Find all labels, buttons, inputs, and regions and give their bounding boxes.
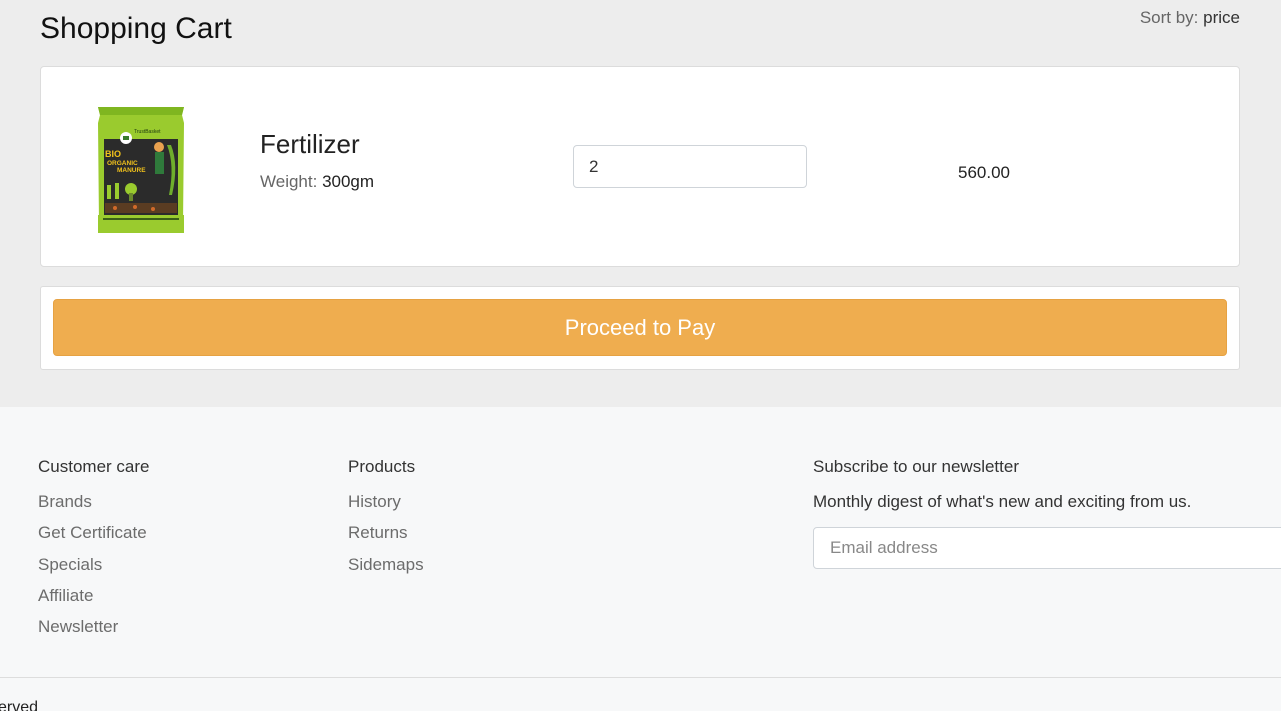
package-line1-text: BIO (105, 149, 121, 159)
footer-link-newsletter[interactable]: Newsletter (38, 617, 118, 637)
quantity-input[interactable] (573, 145, 807, 188)
footer-link-returns[interactable]: Returns (348, 523, 408, 543)
proceed-to-pay-button[interactable]: Proceed to Pay (53, 299, 1227, 356)
cart-section: Shopping Cart Sort by: price TrustBasket… (0, 0, 1281, 407)
footer-link-sidemaps[interactable]: Sidemaps (348, 555, 424, 575)
product-weight: Weight: 300gm (260, 172, 374, 192)
page-title: Shopping Cart (40, 12, 232, 45)
products-heading: Products (348, 457, 416, 476)
footer-link-get-certificate[interactable]: Get Certificate (38, 523, 147, 543)
sort-value[interactable]: price (1203, 8, 1240, 27)
checkout-card: Proceed to Pay (40, 286, 1240, 370)
customer-care-heading: Customer care (38, 457, 150, 476)
fertilizer-bag-image: TrustBasket BIO ORGANIC MANURE (98, 107, 184, 233)
footer-link-brands[interactable]: Brands (38, 492, 92, 512)
sort-control[interactable]: Sort by: price (1140, 8, 1240, 28)
newsletter-description: Monthly digest of what's new and excitin… (813, 492, 1192, 511)
footer-link-history[interactable]: History (348, 492, 401, 512)
weight-value: 300gm (322, 172, 375, 191)
newsletter-heading: Subscribe to our newsletter (813, 457, 1019, 476)
package-brand-text: TrustBasket (134, 129, 161, 135)
copyright-text: erved (0, 699, 39, 711)
weight-label: Weight: (260, 172, 318, 191)
package-line3-text: MANURE (117, 167, 146, 174)
product-name: Fertilizer (260, 129, 360, 159)
item-price: 560.00 (958, 163, 1010, 182)
footer-link-specials[interactable]: Specials (38, 555, 102, 575)
package-line2-text: ORGANIC (107, 160, 138, 167)
footer-link-affiliate[interactable]: Affiliate (38, 586, 93, 606)
sort-label: Sort by: (1139, 8, 1199, 27)
footer-divider (0, 677, 1281, 678)
email-field[interactable] (813, 527, 1281, 569)
cart-item-card: TrustBasket BIO ORGANIC MANURE Fertilize… (40, 66, 1240, 267)
